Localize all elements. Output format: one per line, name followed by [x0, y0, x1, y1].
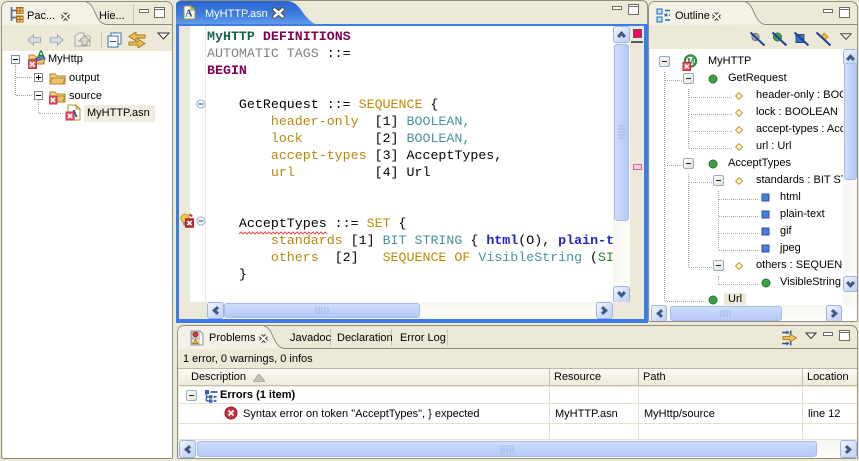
- svg-text:A: A: [185, 9, 193, 20]
